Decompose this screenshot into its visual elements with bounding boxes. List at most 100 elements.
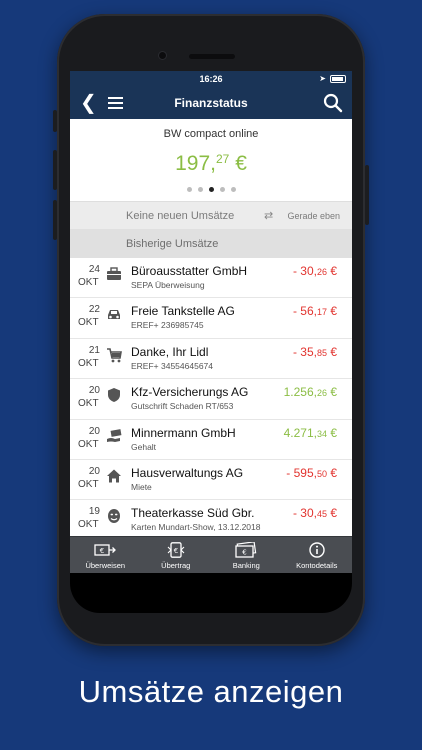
amount-main: - 30,: [292, 264, 317, 278]
transaction-row[interactable]: 22 OKT Freie Tankstelle AG EREF+ 236985745 -…: [70, 298, 352, 339]
front-camera: [158, 51, 167, 60]
balance-main: 197,: [175, 152, 216, 175]
status-bar: 16:26 ➤: [70, 71, 352, 87]
transaction-payee: Büroausstatter GmbH: [131, 264, 248, 278]
transaction-reference: EREF+ 236985745: [131, 320, 204, 331]
transaction-amount: - 35,85 €: [293, 345, 337, 359]
transaction-month: OKT: [78, 317, 99, 329]
phone-top: [57, 14, 365, 74]
transaction-month: OKT: [78, 438, 99, 450]
transaction-reference: EREF+ 34554645674: [131, 360, 213, 371]
transaction-payee: Minnermann GmbH: [131, 425, 236, 440]
transaction-row[interactable]: 20 OKT Hausverwaltungs AG Miete - 595,50 €: [70, 459, 352, 501]
transaction-row[interactable]: 19 OKT Theaterkasse Süd Gbr. Karten Mundart…: [70, 500, 352, 541]
earpiece-speaker: [189, 54, 235, 59]
transaction-amount: - 595,50 €: [286, 466, 337, 480]
amount-currency: €: [326, 304, 337, 319]
phone-transfer-icon: €: [167, 542, 185, 558]
app-screen: 16:26 ➤ ❮ Finanzstatus BW compact online…: [70, 71, 352, 573]
svg-text:€: €: [243, 549, 247, 557]
account-name: BW compact online: [163, 128, 259, 140]
transaction-amount: - 30,45 €: [293, 506, 337, 520]
amount-main: 1.256,: [283, 385, 317, 400]
banknote-icon: €: [235, 542, 257, 558]
page-dot[interactable]: [230, 187, 236, 192]
tab-uebertrag[interactable]: € Übertrag: [141, 537, 212, 573]
transaction-day: 20: [88, 385, 100, 397]
transaction-month: OKT: [78, 519, 99, 531]
amount-currency: €: [326, 465, 337, 480]
amount-main: - 595,: [286, 465, 317, 480]
transaction-day: 19: [88, 506, 100, 518]
balance-cents: 27: [216, 152, 230, 166]
salary-icon: [107, 428, 122, 442]
transaction-reference: Gutschrift Schaden RT/653: [131, 401, 234, 412]
info-icon: [309, 542, 325, 558]
theater-icon: [108, 509, 120, 524]
location-icon: ➤: [319, 74, 326, 83]
no-new-transactions-label: Keine neuen Umsätze: [126, 210, 235, 222]
amount-cents: 17: [316, 307, 327, 318]
history-label: Bisherige Umsätze: [126, 238, 219, 250]
history-header: Bisherige Umsätze: [70, 229, 352, 258]
tab-label: Übertrag: [161, 561, 191, 570]
transaction-reference: Gehalt: [131, 441, 157, 452]
amount-currency: €: [326, 344, 337, 359]
amount-cents: 26: [316, 267, 327, 277]
page-dot[interactable]: [197, 187, 203, 192]
transaction-day: 20: [88, 425, 100, 437]
transaction-payee: Kfz-Versicherungs AG: [131, 385, 249, 400]
transaction-amount: - 56,17 €: [293, 304, 337, 318]
transaction-payee: Freie Tankstelle AG: [131, 304, 235, 319]
transaction-reference: SEPA Überweisung: [131, 280, 205, 290]
transaction-day: 22: [88, 304, 100, 316]
amount-currency: €: [326, 425, 337, 440]
amount-main: - 56,: [292, 304, 317, 319]
amount-cents: 34: [316, 428, 327, 439]
house-icon: [107, 469, 121, 483]
transaction-row[interactable]: 24 OKT Büroausstatter GmbH SEPA Überweisung…: [70, 258, 352, 299]
balance-currency: €: [229, 152, 247, 175]
transaction-row[interactable]: 20 OKT Kfz-Versicherungs AG Gutschrift Scha…: [70, 379, 352, 420]
amount-main: 4.271,: [283, 425, 317, 440]
transaction-row[interactable]: 20 OKT Minnermann GmbH Gehalt 4.271,34 €: [70, 419, 352, 460]
account-balance: 197,27 €: [70, 152, 352, 176]
page-dot[interactable]: [208, 187, 214, 192]
transaction-day: 24: [88, 264, 100, 275]
page-dot[interactable]: [186, 187, 192, 192]
power-button: [365, 165, 369, 225]
amount-main: - 35,: [292, 344, 317, 359]
volume-up-button: [53, 150, 57, 190]
tab-banking[interactable]: € Banking: [211, 537, 282, 573]
tab-bar: € Überweisen € Übertrag € Banking Kontod…: [70, 536, 352, 573]
amount-currency: €: [326, 506, 337, 521]
tab-label: Überweisen: [85, 561, 126, 570]
refresh-icon[interactable]: ⇄: [264, 209, 273, 222]
transaction-row[interactable]: 21 OKT Danke, Ihr Lidl EREF+ 34554645674 - 3…: [70, 338, 352, 380]
marketing-caption: Umsätze anzeigen: [78, 674, 344, 709]
transaction-day: 21: [88, 344, 100, 356]
page-dot[interactable]: [219, 187, 225, 192]
volume-down-button: [53, 200, 57, 240]
transaction-payee: Danke, Ihr Lidl: [131, 344, 209, 359]
transaction-month: OKT: [78, 277, 99, 288]
phone-bottom-bezel: [70, 573, 352, 613]
new-transactions-row[interactable]: Keine neuen Umsätze ⇄ Gerade eben: [70, 201, 352, 229]
account-card[interactable]: BW compact online 197,27 €: [70, 119, 352, 201]
page-indicator[interactable]: [70, 187, 352, 192]
search-icon[interactable]: [322, 92, 344, 114]
tab-ueberweisen[interactable]: € Überweisen: [70, 537, 141, 573]
svg-text:€: €: [100, 547, 104, 555]
transaction-month: OKT: [78, 357, 99, 369]
briefcase-icon: [107, 267, 121, 280]
car-icon: [108, 310, 120, 320]
transaction-amount: - 30,26 €: [293, 264, 337, 278]
tab-kontodetails[interactable]: Kontodetails: [282, 537, 353, 573]
amount-main: - 30,: [292, 506, 317, 521]
tab-label: Kontodetails: [296, 561, 338, 570]
amount-currency: €: [326, 264, 337, 278]
transfer-icon: €: [94, 544, 117, 556]
transaction-payee: Hausverwaltungs AG: [131, 465, 244, 480]
amount-cents: 45: [316, 509, 327, 520]
transaction-month: OKT: [78, 398, 99, 410]
